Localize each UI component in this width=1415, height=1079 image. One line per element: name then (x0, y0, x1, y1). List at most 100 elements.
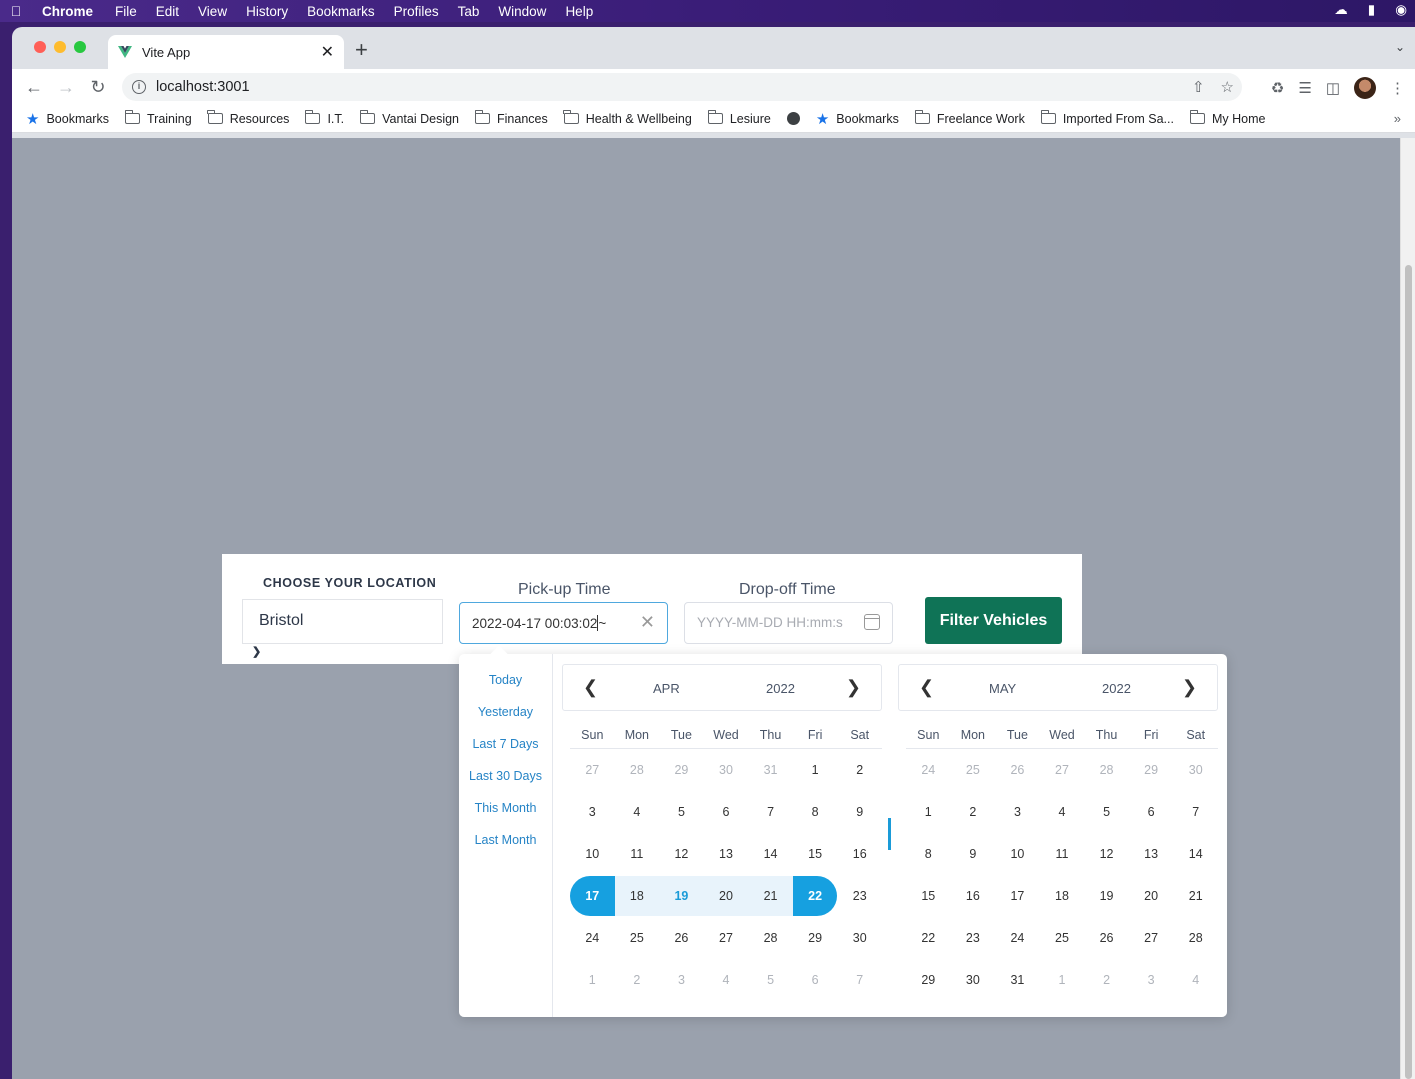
calendar-day[interactable]: 7 (748, 792, 793, 832)
calendar-day[interactable]: 4 (704, 960, 749, 1000)
bookmark-folder[interactable]: I.T. (305, 110, 344, 126)
calendar-day[interactable]: 23 (837, 876, 882, 916)
back-icon[interactable]: ← (18, 77, 50, 98)
close-tab-icon[interactable]: ✕ (321, 42, 334, 62)
battery-icon[interactable]: ▮ (1368, 2, 1375, 18)
month-label[interactable]: APR (653, 681, 680, 696)
calendar-day[interactable]: 6 (793, 960, 838, 1000)
calendar-day[interactable]: 29 (659, 750, 704, 790)
menu-view[interactable]: View (198, 4, 227, 19)
calendar-day[interactable]: 25 (615, 918, 660, 958)
calendar-day[interactable]: 11 (1040, 834, 1085, 874)
tab-search-chevron-icon[interactable]: ⌄ (1395, 40, 1405, 54)
calendar-day[interactable]: 2 (837, 750, 882, 790)
calendar-day[interactable]: 15 (906, 876, 951, 916)
shortcut-this-month[interactable]: This Month (459, 801, 552, 833)
calendar-day[interactable]: 2 (1084, 960, 1129, 1000)
shortcut-last-month[interactable]: Last Month (459, 833, 552, 865)
next-month-icon[interactable]: ❯ (846, 677, 861, 698)
calendar-day[interactable]: 26 (659, 918, 704, 958)
cloud-status-icon[interactable]: ☁ (1334, 2, 1348, 18)
next-month-icon[interactable]: ❯ (1182, 677, 1197, 698)
calendar-day[interactable]: 22 (906, 918, 951, 958)
bookmark-folder[interactable]: Vantai Design (359, 110, 459, 126)
profile-avatar[interactable] (1354, 77, 1376, 99)
shortcut-yesterday[interactable]: Yesterday (459, 705, 552, 737)
kebab-menu-icon[interactable]: ⋮ (1390, 79, 1405, 97)
calendar-day[interactable]: 18 (614, 876, 660, 916)
calendar-day[interactable]: 14 (748, 834, 793, 874)
apple-icon[interactable]:  (0, 3, 32, 19)
bookmark-folder[interactable]: My Home (1189, 110, 1265, 126)
calendar-day[interactable]: 30 (837, 918, 882, 958)
calendar-day[interactable]: 6 (1129, 792, 1174, 832)
calendar-day[interactable]: 16 (837, 834, 882, 874)
calendar-day[interactable]: 9 (837, 792, 882, 832)
calendar-day[interactable]: 6 (704, 792, 749, 832)
calendar-day[interactable]: 24 (570, 918, 615, 958)
bookmark-folder[interactable]: Training (124, 110, 192, 126)
calendar-day[interactable]: 27 (570, 750, 615, 790)
dropoff-time-input[interactable]: YYYY-MM-DD HH:mm:s (684, 602, 893, 644)
calendar-day[interactable]: 21 (748, 876, 793, 916)
calendar-day[interactable]: 1 (570, 960, 615, 1000)
zoom-window-icon[interactable] (74, 41, 86, 53)
calendar-day[interactable]: 5 (1084, 792, 1129, 832)
calendar-day[interactable]: 30 (951, 960, 996, 1000)
address-bar[interactable]: i localhost:3001 ⇧ ☆ (122, 73, 1242, 101)
calendar-day[interactable]: 10 (995, 834, 1040, 874)
close-window-icon[interactable] (34, 41, 46, 53)
calendar-day[interactable]: 8 (793, 792, 838, 832)
calendar-day[interactable]: 1 (906, 792, 951, 832)
calendar-icon[interactable] (864, 614, 880, 630)
control-center-icon[interactable]: ◉ (1395, 2, 1407, 18)
calendar-day[interactable]: 12 (659, 834, 704, 874)
calendar-day[interactable]: 29 (793, 918, 838, 958)
menu-app-name[interactable]: Chrome (42, 4, 93, 19)
menu-bookmarks[interactable]: Bookmarks (307, 4, 375, 19)
calendar-day[interactable]: 20 (703, 876, 749, 916)
bookmark-folder[interactable]: Freelance Work (914, 110, 1025, 126)
filter-vehicles-button[interactable]: Filter Vehicles (925, 597, 1062, 644)
calendar-day[interactable]: 8 (906, 834, 951, 874)
calendar-day[interactable]: 30 (704, 750, 749, 790)
calendar-day[interactable]: 27 (1040, 750, 1085, 790)
calendar-day[interactable]: 22 (792, 876, 838, 916)
calendar-day[interactable]: 9 (951, 834, 996, 874)
calendar-day[interactable]: 28 (615, 750, 660, 790)
calendar-day[interactable]: 3 (995, 792, 1040, 832)
calendar-day[interactable]: 1 (1040, 960, 1085, 1000)
calendar-day[interactable]: 17 (995, 876, 1040, 916)
calendar-day[interactable]: 7 (837, 960, 882, 1000)
location-select[interactable]: Bristol (242, 599, 443, 644)
bookmark-item[interactable]: ★ Bookmarks (26, 110, 109, 128)
calendar-day[interactable]: 25 (1040, 918, 1085, 958)
bookmark-folder[interactable]: Imported From Sa... (1040, 110, 1174, 126)
calendar-day[interactable]: 14 (1173, 834, 1218, 874)
calendar-day[interactable]: 24 (995, 918, 1040, 958)
calendar-day[interactable]: 29 (906, 960, 951, 1000)
new-tab-icon[interactable]: + (355, 39, 368, 61)
chevron-down-icon[interactable]: ❯ (252, 645, 261, 658)
calendar-day[interactable]: 31 (995, 960, 1040, 1000)
site-info-icon[interactable]: i (132, 80, 146, 94)
menu-help[interactable]: Help (565, 4, 593, 19)
menu-history[interactable]: History (246, 4, 288, 19)
scrollbar-thumb[interactable] (1405, 265, 1412, 1079)
calendar-day[interactable]: 7 (1173, 792, 1218, 832)
menu-tab[interactable]: Tab (458, 4, 480, 19)
calendar-day[interactable]: 4 (615, 792, 660, 832)
calendar-day[interactable]: 29 (1129, 750, 1174, 790)
menu-file[interactable]: File (115, 4, 137, 19)
menu-profiles[interactable]: Profiles (394, 4, 439, 19)
browser-tab[interactable]: Vite App ✕ (108, 35, 344, 69)
calendar-day[interactable]: 15 (793, 834, 838, 874)
calendar-day[interactable]: 5 (748, 960, 793, 1000)
shortcut-last-30-days[interactable]: Last 30 Days (459, 769, 552, 801)
calendar-day[interactable]: 3 (1129, 960, 1174, 1000)
calendar-day[interactable]: 30 (1173, 750, 1218, 790)
year-label[interactable]: 2022 (766, 681, 795, 696)
calendar-day[interactable]: 26 (1084, 918, 1129, 958)
clear-icon[interactable]: ✕ (640, 612, 655, 633)
prev-month-icon[interactable]: ❮ (583, 677, 598, 698)
